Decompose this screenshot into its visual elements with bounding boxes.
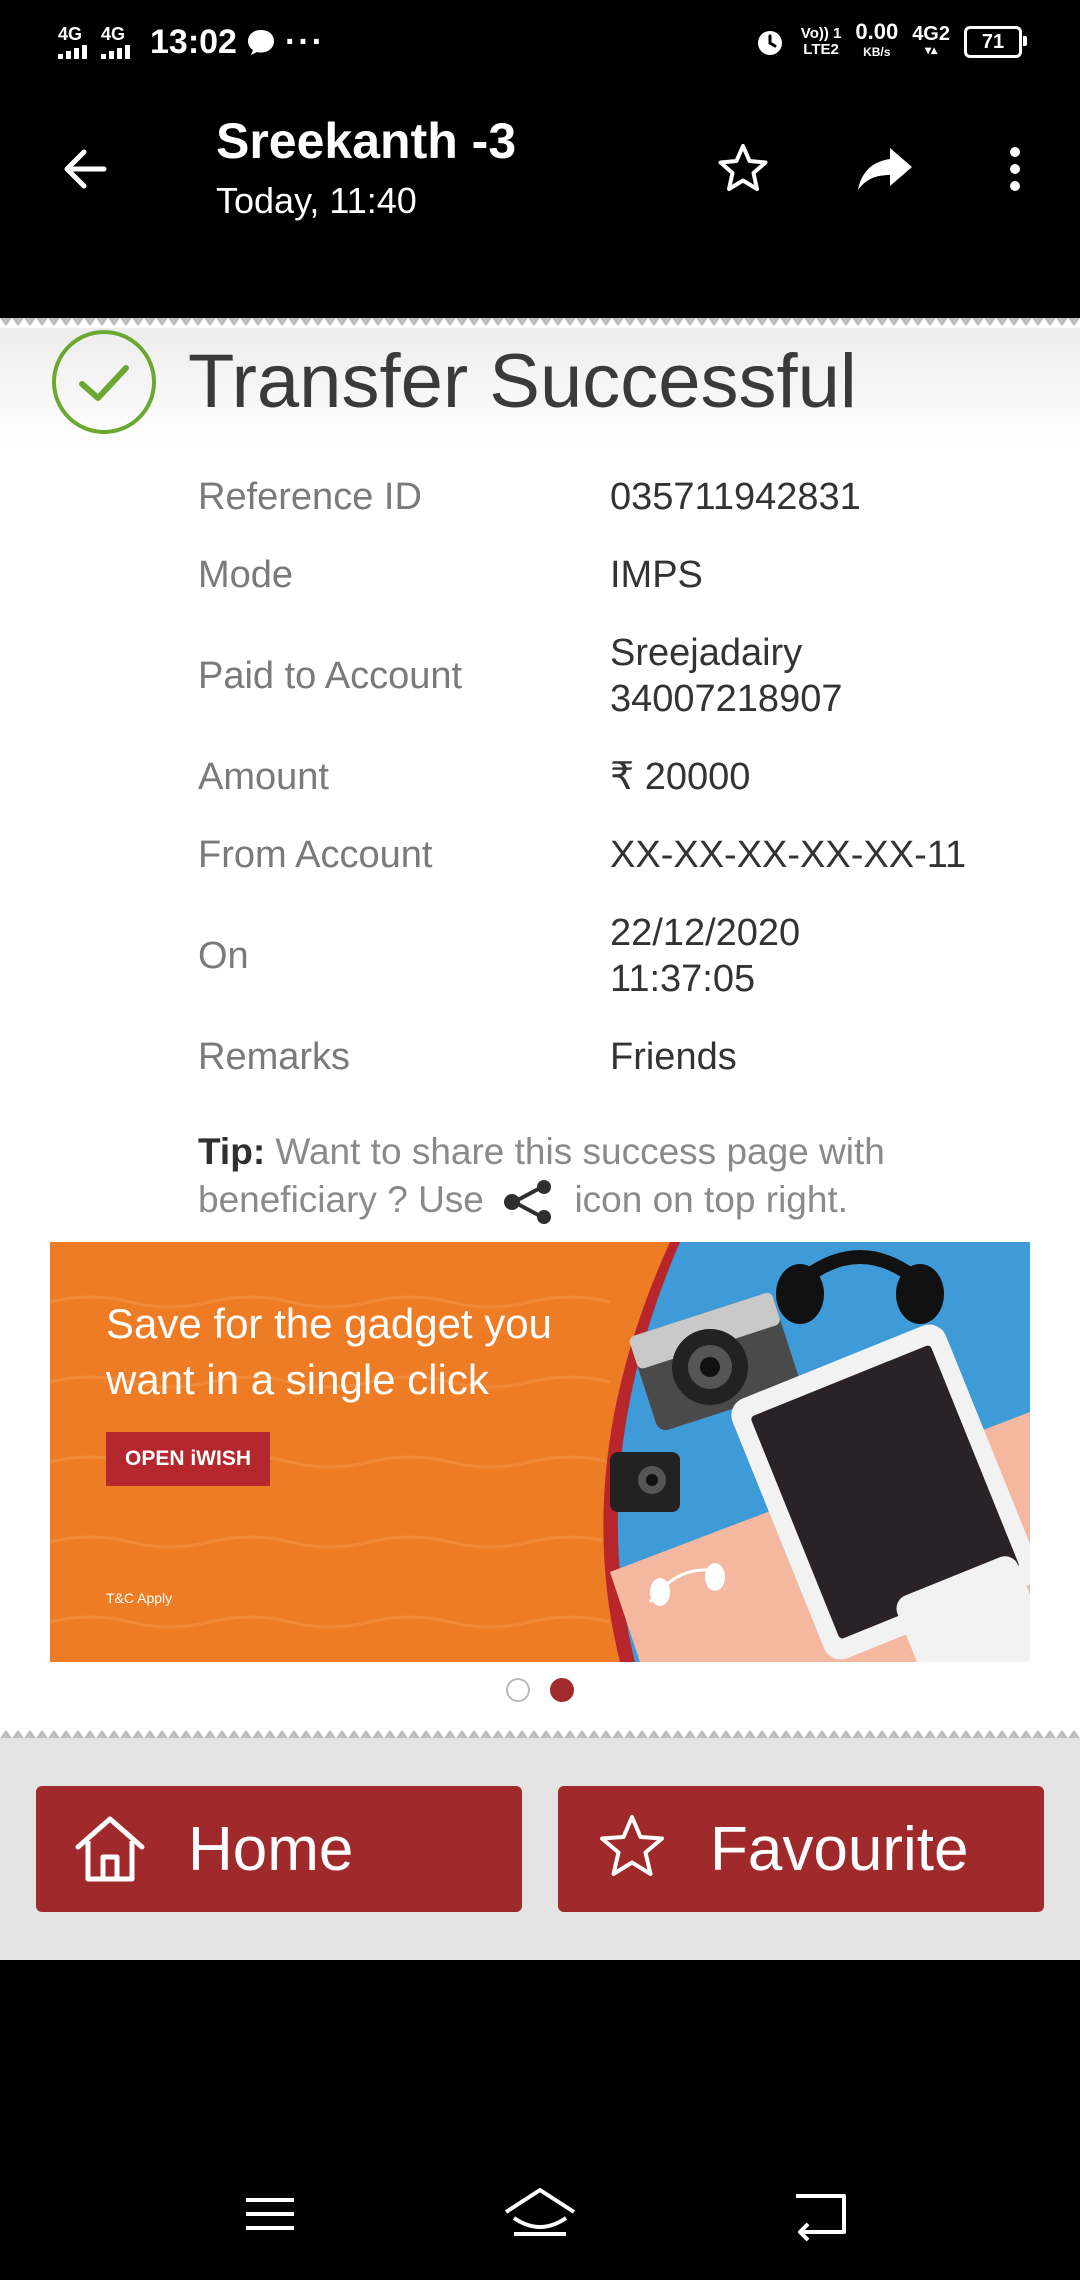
- home-icon: [75, 1816, 145, 1882]
- status-bar: 4G 4G 13:02 ··· Vo)) 1 LTE2 0.00 KB/s 4G…: [0, 0, 1080, 84]
- speed-unit: KB/s: [863, 45, 891, 59]
- detail-label: Amount: [198, 755, 329, 798]
- detail-label: Reference ID: [198, 475, 422, 518]
- menu-icon[interactable]: [220, 2184, 320, 2244]
- system-nav-bar: [0, 2140, 1080, 2280]
- carousel-indicator: [0, 1678, 1080, 1702]
- detail-value: 035711942831: [610, 476, 861, 518]
- favourite-button-label: Favourite: [710, 1814, 969, 1884]
- detail-row-amount: Amount ₹ 20000: [198, 738, 1038, 816]
- app-bar: Sreekanth -3 Today, 11:40: [0, 84, 1080, 320]
- home-nav-icon[interactable]: [490, 2184, 590, 2244]
- detail-row-from-account: From Account XX-XX-XX-XX-XX-11: [198, 816, 1038, 894]
- banner-terms: T&C Apply: [106, 1590, 173, 1606]
- home-button[interactable]: Home: [36, 1786, 522, 1912]
- banner-headline: Save for the gadget you want in a single…: [106, 1300, 552, 1403]
- success-header: Transfer Successful: [0, 328, 1080, 448]
- detail-row-mode: Mode IMPS: [198, 536, 1038, 614]
- detail-row-reference: Reference ID 035711942831: [198, 458, 1038, 536]
- transfer-date: 22/12/2020: [610, 912, 801, 954]
- receipt-page: Transfer Successful Reference ID 0357119…: [0, 318, 1080, 1960]
- detail-row-paid-to: Paid to Account Sreejadairy 34007218907: [198, 614, 1038, 738]
- volte-indicator: Vo)) 1 LTE2: [801, 26, 842, 58]
- more-notifications-icon: ···: [284, 22, 325, 61]
- speed-value: 0.00: [855, 19, 899, 44]
- star-outline-icon: [600, 1815, 664, 1876]
- detail-row-date: On 22/12/2020 11:37:05: [198, 894, 1038, 1018]
- lte-label: LTE2: [803, 41, 839, 58]
- transfer-time: 11:37:05: [610, 958, 756, 1000]
- promo-banner[interactable]: Save for the gadget you want in a single…: [50, 1242, 1030, 1662]
- alarm-icon: [757, 31, 782, 55]
- network-3-indicator: 4G2 ▾▴: [912, 23, 950, 57]
- share-icon: [504, 1180, 552, 1225]
- payee-name: Sreejadairy: [610, 632, 803, 674]
- footer-actions: Home Favourite: [0, 1728, 1080, 1960]
- carousel-dot-1[interactable]: [506, 1678, 530, 1702]
- more-vertical-icon[interactable]: [980, 134, 1050, 204]
- open-iwish-button[interactable]: OPEN iWISH: [106, 1432, 270, 1486]
- action-camera-icon: [610, 1452, 680, 1512]
- zigzag-edge: [0, 1728, 1080, 1738]
- payee-account: 34007218907: [610, 678, 843, 720]
- network-speed: 0.00 KB/s: [855, 19, 899, 62]
- detail-value: IMPS: [610, 554, 703, 596]
- detail-label: On: [198, 934, 249, 977]
- network-type-3: 4G2: [912, 23, 950, 45]
- forward-icon[interactable]: [850, 134, 920, 204]
- tip-label: Tip:: [198, 1131, 266, 1172]
- signal-2-icon: 4G: [101, 25, 130, 59]
- transaction-details: Reference ID 035711942831 Mode IMPS Paid…: [198, 458, 1038, 1096]
- battery-icon: 71: [964, 26, 1027, 58]
- detail-value: 22/12/2020 11:37:05: [610, 910, 800, 1002]
- detail-value: Friends: [610, 1036, 737, 1078]
- home-button-label: Home: [188, 1814, 354, 1884]
- zigzag-edge: [0, 318, 1080, 328]
- star-icon[interactable]: [708, 134, 778, 204]
- conversation-subtitle: Today, 11:40: [216, 180, 417, 221]
- back-nav-icon[interactable]: [770, 2184, 870, 2244]
- detail-value: XX-XX-XX-XX-XX-11: [610, 834, 967, 876]
- detail-label: Remarks: [198, 1035, 351, 1078]
- battery-level: 71: [981, 30, 1005, 53]
- arrow-left-icon[interactable]: [50, 134, 120, 204]
- network-type-1: 4G: [58, 24, 83, 44]
- favourite-button[interactable]: Favourite: [558, 1786, 1044, 1912]
- detail-label: From Account: [198, 833, 433, 876]
- carousel-dot-2[interactable]: [550, 1678, 574, 1702]
- detail-value: ₹ 20000: [610, 756, 751, 798]
- network-type-2: 4G: [101, 24, 126, 44]
- gadgets-illustration: [603, 1242, 1030, 1662]
- transfer-status-title: Transfer Successful: [188, 339, 857, 424]
- status-time: 13:02: [150, 22, 237, 61]
- tip-text-2: icon on top right.: [574, 1179, 848, 1220]
- detail-label: Paid to Account: [198, 654, 463, 697]
- share-tip: Tip: Want to share this success page wit…: [198, 1128, 1018, 1225]
- volte-label: Vo)) 1: [800, 25, 842, 42]
- detail-row-remarks: Remarks Friends: [198, 1018, 1038, 1096]
- conversation-title: Sreekanth -3: [216, 113, 517, 169]
- detail-label: Mode: [198, 553, 294, 596]
- check-circle-icon: [52, 330, 156, 434]
- chat-bubble-icon: [247, 30, 274, 55]
- detail-value: Sreejadairy 34007218907: [610, 630, 842, 722]
- signal-1-icon: 4G: [58, 25, 87, 59]
